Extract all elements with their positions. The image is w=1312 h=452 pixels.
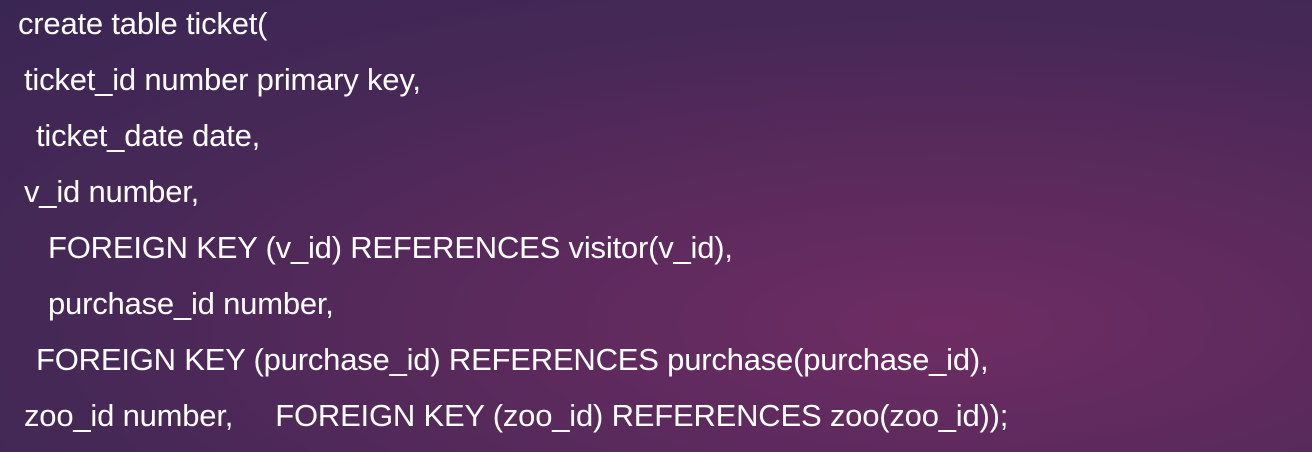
code-line-fk-purchase: FOREIGN KEY (purchase_id) REFERENCES pur… [36,342,989,377]
slide: create table ticket( ticket_id number pr… [0,0,1312,452]
code-line-zoo-id-fk-zoo: zoo_id number, FOREIGN KEY (zoo_id) REFE… [24,398,1009,433]
code-line-v-id: v_id number, [24,174,200,209]
code-line-create-table: create table ticket( [18,6,268,41]
code-line-purchase-id: purchase_id number, [48,286,334,321]
code-line-ticket-date: ticket_date date, [36,118,261,153]
code-line-fk-visitor: FOREIGN KEY (v_id) REFERENCES visitor(v_… [48,230,733,265]
code-line-ticket-id: ticket_id number primary key, [24,62,421,97]
